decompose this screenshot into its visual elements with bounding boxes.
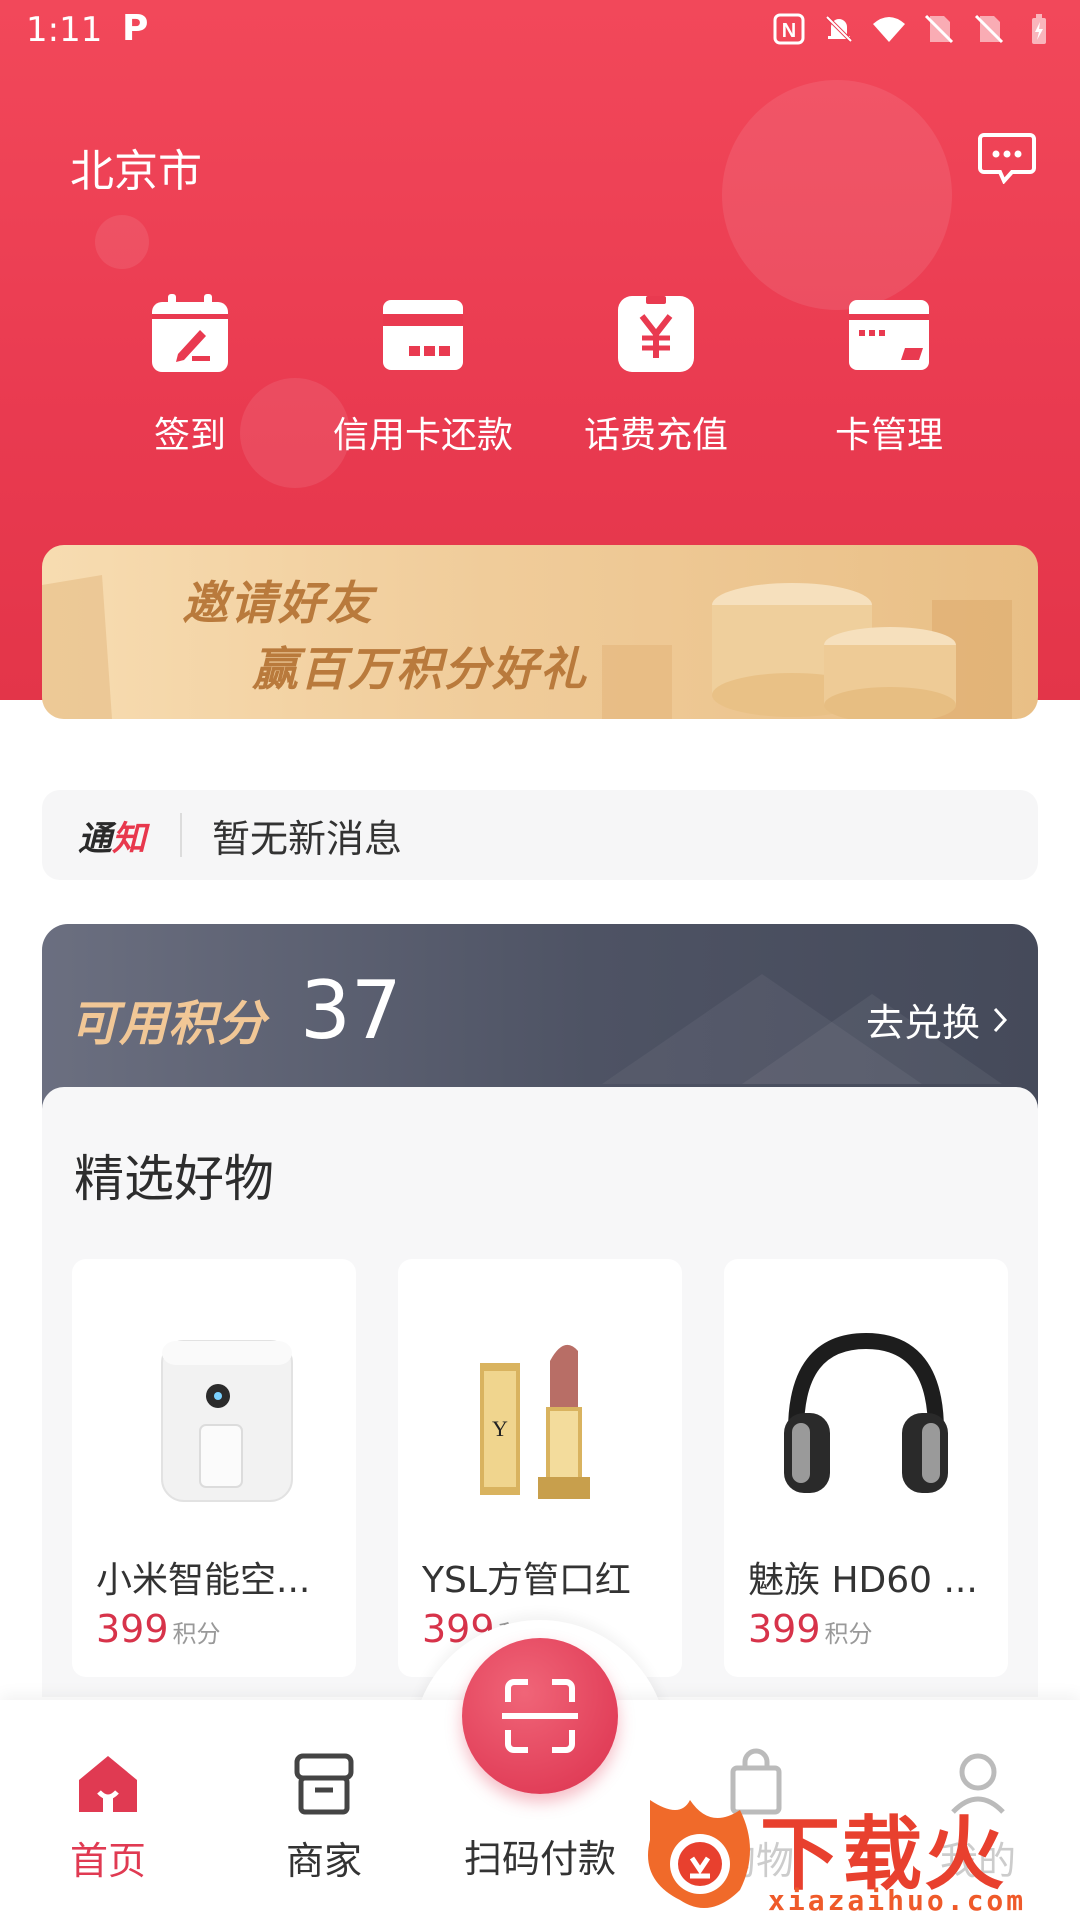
credit-card-icon (381, 292, 465, 376)
status-time: 1:11 (26, 10, 103, 50)
chevron-right-icon (993, 1007, 1008, 1032)
banner-title: 邀请好友 (182, 576, 374, 630)
nav-label: 首页 (69, 1839, 146, 1883)
product-card[interactable]: 小米智能空... 399 积分 (72, 1259, 356, 1677)
chat-bubble-icon (978, 133, 1036, 185)
notice-tag-accent: 知 (112, 818, 146, 859)
quick-action-phone-topup[interactable]: 话费充值 (566, 292, 746, 458)
decor-bubble (722, 80, 952, 310)
phone-topup-yuan-icon (614, 292, 698, 376)
status-icons: N (772, 12, 1056, 46)
product-card[interactable]: 魅族 HD60 ... 399 积分 (724, 1259, 1008, 1677)
decor-bubble (95, 215, 149, 269)
notice-text: 暂无新消息 (212, 816, 403, 861)
city-selector[interactable]: 北京市 (70, 135, 202, 199)
quick-action-checkin[interactable]: 签到 (100, 292, 280, 458)
banner-bottom-curve (0, 660, 1080, 740)
calendar-checkin-icon (148, 292, 232, 376)
nfc-icon: N (772, 12, 806, 46)
sim-off-icon (972, 12, 1006, 46)
scan-icon (502, 1679, 578, 1753)
exchange-link[interactable]: 去兑换 (866, 992, 1008, 1047)
price-value: 399 (748, 1607, 821, 1651)
air-fryer-image (104, 1301, 324, 1521)
notice-tag: 通知 (78, 811, 146, 860)
points-label: 可用积分 (70, 996, 267, 1052)
watermark-logo (648, 1800, 750, 1908)
sim-off-icon (922, 12, 956, 46)
product-name: 小米智能空... (96, 1560, 311, 1601)
notice-bar[interactable]: 通知 暂无新消息 (42, 790, 1038, 880)
product-card[interactable]: Y YSL方管口红 399 积分 (398, 1259, 682, 1677)
product-price: 399 积分 (748, 1607, 873, 1651)
svg-text:N: N (782, 20, 796, 42)
nav-home[interactable]: 首页 (28, 1748, 188, 1885)
featured-goods-section: 精选好物 小米智能空... 399 积分 Y YSL方管口红 399 魅族 HD… (42, 1087, 1038, 1697)
notice-tag-text: 通 (78, 818, 112, 859)
notice-divider (180, 813, 182, 857)
quick-action-label: 话费充值 (583, 415, 728, 456)
store-icon (289, 1748, 359, 1818)
quick-action-label: 信用卡还款 (333, 415, 514, 456)
section-title: 精选好物 (74, 1150, 274, 1208)
product-price: 399 积分 (96, 1607, 221, 1651)
card-management-icon (847, 292, 931, 376)
wifi-icon (872, 12, 906, 46)
nav-merchant[interactable]: 商家 (244, 1748, 404, 1885)
svg-text:Y: Y (492, 1416, 508, 1441)
quick-action-card-management[interactable]: 卡管理 (799, 292, 979, 458)
app-notification-icon: P (122, 8, 149, 49)
quick-action-label: 卡管理 (834, 415, 943, 456)
product-name: 魅族 HD60 ... (748, 1560, 978, 1601)
price-value: 399 (96, 1607, 169, 1651)
quick-action-label: 签到 (153, 415, 226, 456)
quick-action-credit-card[interactable]: 信用卡还款 (333, 292, 513, 458)
nav-label: 商家 (285, 1839, 362, 1883)
product-name: YSL方管口红 (422, 1560, 631, 1601)
price-unit: 积分 (172, 1620, 221, 1648)
exchange-label: 去兑换 (865, 1001, 980, 1045)
battery-charging-icon (1022, 12, 1056, 46)
scan-pay-button[interactable] (462, 1638, 618, 1794)
message-button[interactable] (978, 132, 1036, 185)
home-icon (73, 1748, 143, 1818)
status-bar: 1:11 P N (0, 0, 1080, 62)
watermark-url: xiazaihuo.com (768, 1884, 1027, 1917)
headphones-image (756, 1301, 976, 1521)
price-unit: 积分 (824, 1620, 873, 1648)
scan-pay-label: 扫码付款 (463, 1837, 616, 1881)
watermark: 下载火 xiazaihuo.com (640, 1780, 1080, 1920)
lipstick-image: Y (430, 1301, 650, 1521)
points-value: 37 (300, 964, 402, 1057)
bell-muted-icon (822, 12, 856, 46)
